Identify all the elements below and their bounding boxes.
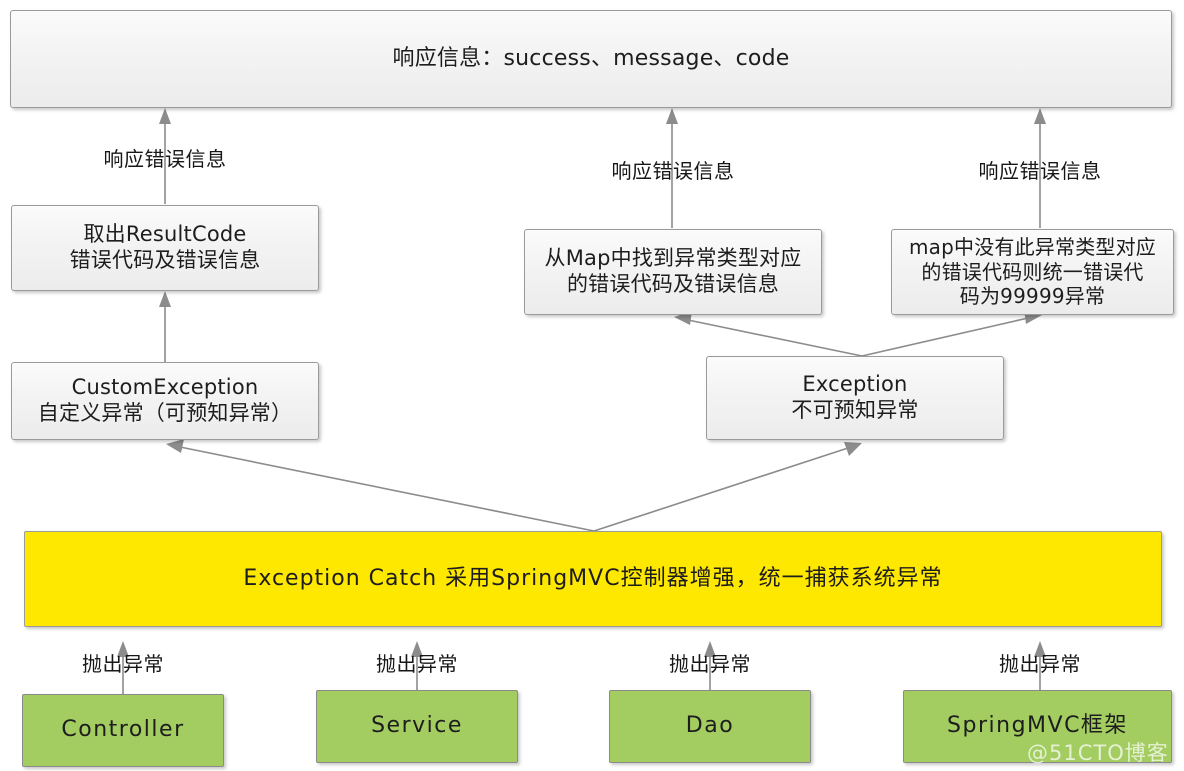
response-info-box: 响应信息：success、message、code xyxy=(10,10,1172,108)
edge-catchbar-to-customexception xyxy=(166,439,595,532)
layer-box-controller: Controller xyxy=(22,694,224,767)
edge-exception-to-middle-handler xyxy=(674,311,863,357)
map-lookup-handler-label: 从Map中找到异常类型对应 的错误代码及错误信息 xyxy=(544,246,802,296)
layer-box-service-label: Service xyxy=(371,713,463,739)
edge-customexception-to-left-handler xyxy=(159,291,171,362)
edge-label-throw-service: 抛出异常 xyxy=(367,648,467,677)
edge-label-throw-springmvc: 抛出异常 xyxy=(990,648,1090,677)
edge-label-throw-dao: 抛出异常 xyxy=(660,648,760,677)
general-exception-box: Exception 不可预知异常 xyxy=(706,356,1004,440)
watermark-text: @51CTO博客 xyxy=(1027,741,1169,765)
exception-catch-label: Exception Catch 采用SpringMVC控制器增强，统一捕获系统异… xyxy=(243,565,943,591)
edge-exception-to-right-handler xyxy=(861,310,1042,357)
edge-label-throw-controller-text: 抛出异常 xyxy=(82,652,164,676)
layer-box-dao: Dao xyxy=(609,690,811,763)
diagram-canvas: 响应信息：success、message、code 响应错误信息 响应错误信息 … xyxy=(0,0,1184,771)
layer-box-controller-label: Controller xyxy=(61,717,185,743)
resultcode-handler-box: 取出ResultCode 错误代码及错误信息 xyxy=(11,205,319,291)
edge-catchbar-to-exception xyxy=(593,442,862,532)
map-default-handler-label: map中没有此异常类型对应 的错误代码则统一错误代 码为99999异常 xyxy=(908,235,1157,309)
edge-label-response-right-text: 响应错误信息 xyxy=(978,159,1102,183)
edge-label-throw-controller: 抛出异常 xyxy=(73,648,173,677)
edge-label-throw-service-text: 抛出异常 xyxy=(376,652,458,676)
edge-label-throw-dao-text: 抛出异常 xyxy=(669,652,751,676)
edge-label-response-middle-text: 响应错误信息 xyxy=(611,159,735,183)
general-exception-label: Exception 不可预知异常 xyxy=(791,372,919,422)
custom-exception-box: CustomException 自定义异常（可预知异常） xyxy=(11,362,319,440)
response-info-label: 响应信息：success、message、code xyxy=(392,45,790,71)
exception-catch-bar: Exception Catch 采用SpringMVC控制器增强，统一捕获系统异… xyxy=(24,531,1162,627)
map-default-handler-box: map中没有此异常类型对应 的错误代码则统一错误代 码为99999异常 xyxy=(891,229,1174,315)
resultcode-handler-label: 取出ResultCode 错误代码及错误信息 xyxy=(69,222,261,272)
watermark: @51CTO博客 xyxy=(1027,737,1169,767)
edge-label-response-middle: 响应错误信息 xyxy=(593,155,753,184)
edge-label-throw-springmvc-text: 抛出异常 xyxy=(999,652,1081,676)
edge-label-response-left-text: 响应错误信息 xyxy=(103,147,227,171)
layer-box-dao-label: Dao xyxy=(685,713,735,739)
layer-box-springmvc-label: SpringMVC框架 xyxy=(947,713,1128,739)
custom-exception-label: CustomException 自定义异常（可预知异常） xyxy=(37,375,293,425)
edge-label-response-right: 响应错误信息 xyxy=(960,155,1120,184)
map-lookup-handler-box: 从Map中找到异常类型对应 的错误代码及错误信息 xyxy=(524,229,822,315)
edge-label-response-left: 响应错误信息 xyxy=(85,143,245,172)
layer-box-service: Service xyxy=(316,690,518,763)
